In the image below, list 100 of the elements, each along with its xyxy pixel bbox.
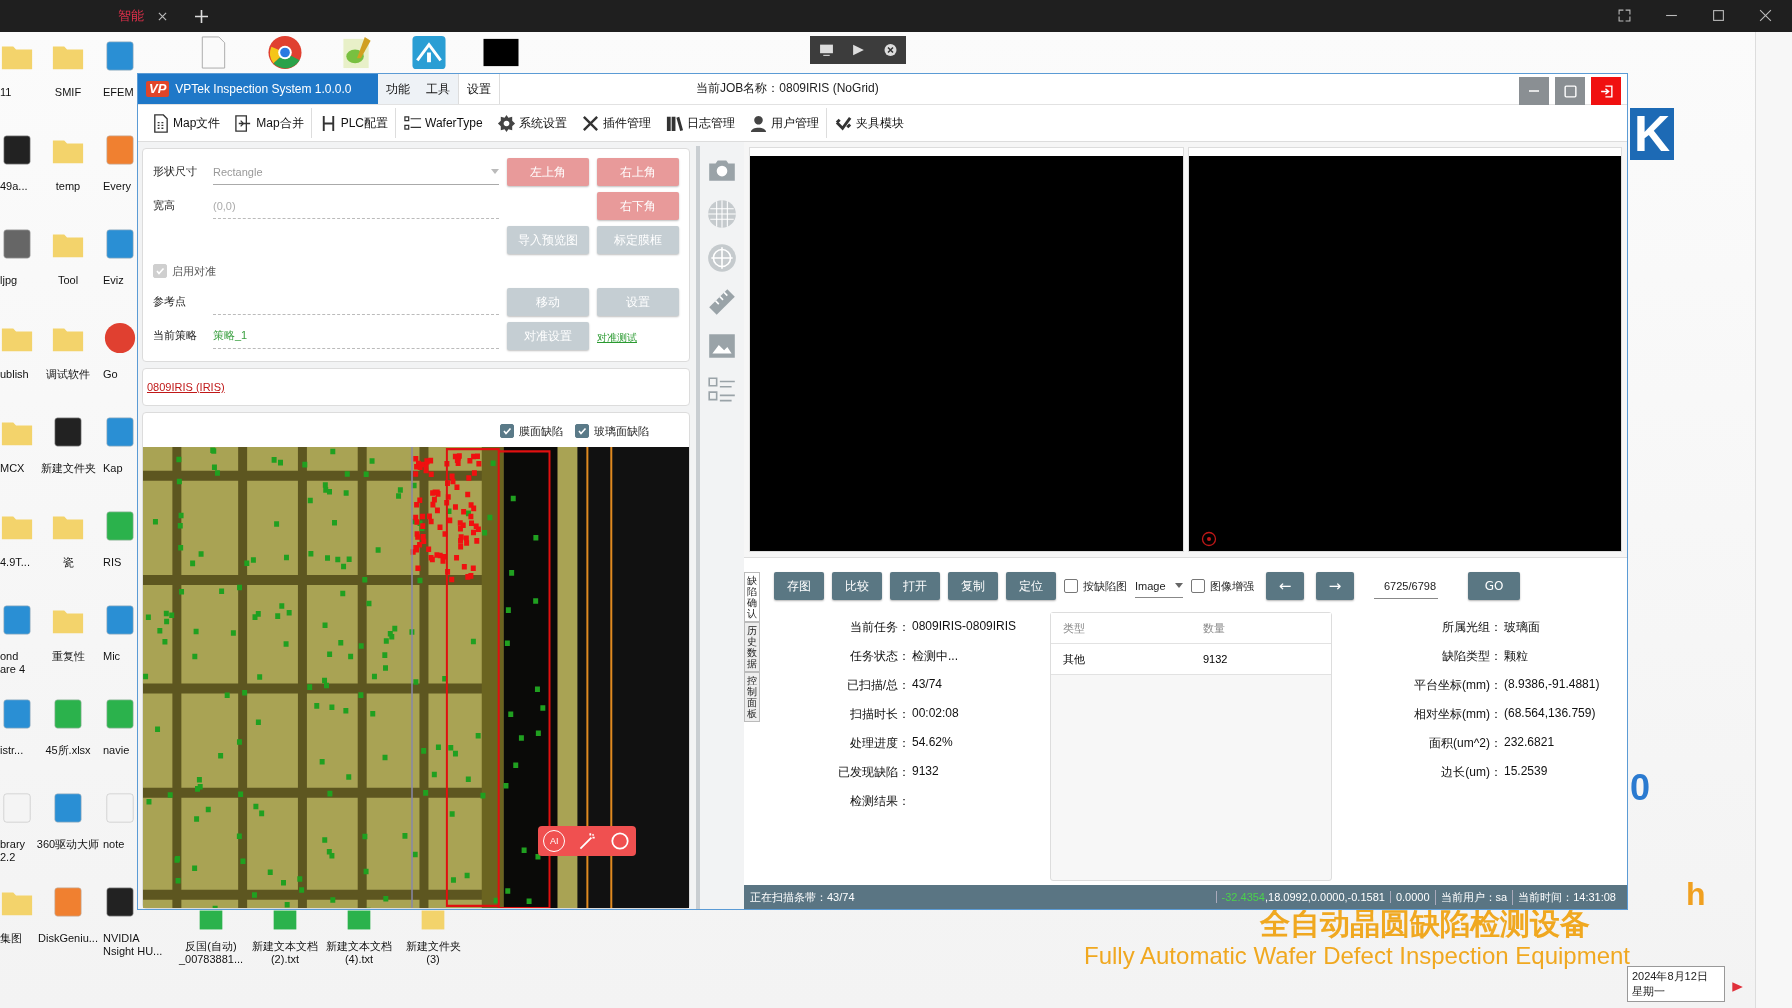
desktop-icon-label[interactable]: 新建文件夹 (3) <box>405 940 461 966</box>
desktop-icon-label[interactable]: Eviz <box>103 274 124 287</box>
info-value: 232.6821 <box>1504 735 1556 751</box>
close-icon[interactable] <box>158 11 167 21</box>
toolbar-button[interactable]: 用户管理 <box>741 108 826 138</box>
desktop-icon-label[interactable]: EFEM <box>103 86 134 99</box>
maximize-button[interactable] <box>1555 77 1585 105</box>
menu-item[interactable]: 功能 <box>378 74 418 104</box>
action-button[interactable]: 定位 <box>1006 572 1056 600</box>
filter-checkbox[interactable] <box>500 424 514 438</box>
desktop-icon-label[interactable]: 集图 <box>0 932 22 945</box>
crosshair-icon[interactable] <box>706 242 738 274</box>
menu-item[interactable]: 设置 <box>458 74 500 104</box>
screen-icon[interactable] <box>818 43 834 57</box>
toolbar-button[interactable]: PLC配置 <box>310 108 396 138</box>
ruler-icon[interactable] <box>706 286 738 318</box>
action-button[interactable]: 复制 <box>948 572 998 600</box>
desktop-icon-label[interactable]: note <box>103 838 125 851</box>
go-button[interactable]: GO <box>1468 572 1520 600</box>
size-field[interactable]: (0,0) <box>213 193 499 219</box>
gear-icon <box>496 113 516 133</box>
desktop-icon-label[interactable]: ond are 4 <box>0 650 26 676</box>
grid-globe-icon[interactable] <box>706 198 738 230</box>
desktop-icon-label[interactable]: Tool <box>57 274 79 287</box>
desktop-icon-label[interactable]: brary 2.2 <box>0 838 26 864</box>
image-dropdown[interactable]: Image <box>1135 574 1183 598</box>
banner-subtitle: Fully Automatic Wafer Defect Inspection Equipment <box>1084 942 1631 970</box>
desktop-icon-label[interactable]: 49a... <box>0 180 28 193</box>
desktop-icon-label[interactable]: 调试软件 <box>46 368 90 381</box>
desktop-icon-label[interactable]: 新建文件夹 <box>40 462 96 475</box>
toolbar-button[interactable]: 系统设置 <box>489 108 574 138</box>
defect-map-checkbox[interactable] <box>1064 579 1078 593</box>
exit-button[interactable] <box>1591 77 1621 105</box>
action-button[interactable]: 存图 <box>774 572 824 600</box>
desktop-icon-label[interactable]: 新建文本文档 (4).txt <box>326 940 392 966</box>
desktop-icon-label[interactable]: 360驱动大师 <box>36 838 100 851</box>
desktop-icon-label[interactable]: DiskGeniu... <box>38 932 98 945</box>
fullscreen-icon[interactable] <box>1618 9 1631 22</box>
menu-item[interactable]: 工具 <box>418 74 458 104</box>
info-label: 已发现缺陷： <box>837 764 910 781</box>
desktop-icon-label[interactable]: navie <box>103 744 130 757</box>
chrome-icon[interactable] <box>267 35 303 70</box>
action-button[interactable]: 比较 <box>832 572 882 600</box>
desktop-icon-label[interactable]: 反国(自动) _00783881... <box>178 940 244 966</box>
info-value: 0809IRIS-0809IRIS <box>912 619 1018 635</box>
maximize-icon[interactable] <box>1712 9 1725 22</box>
table-row[interactable]: 其他 9132 <box>1051 644 1331 675</box>
desktop-icon-label[interactable]: 新建文本文档 (2).txt <box>252 940 318 966</box>
side-tab[interactable]: 控制面板 <box>744 672 760 722</box>
desktop-icon-label[interactable]: 45所.xlsx <box>45 744 91 757</box>
desktop-icon-label[interactable]: NVIDIA Nsight HU... <box>103 932 163 958</box>
desktop-icon-label[interactable]: ljpg <box>0 274 18 287</box>
desktop-icon-label[interactable]: 瓷 <box>62 556 74 569</box>
desktop-icon-label[interactable]: 11 <box>0 86 12 99</box>
toolbar-button[interactable]: 夹具模块 <box>825 108 911 138</box>
browser-tab[interactable]: 智能 <box>118 7 144 25</box>
plus-icon[interactable] <box>195 9 208 23</box>
caret-icon <box>491 169 499 174</box>
desktop-icon-label[interactable]: SMIF <box>54 86 82 99</box>
align-checkbox[interactable] <box>153 264 167 278</box>
desktop-icon-label[interactable]: temp <box>55 180 81 193</box>
search-icon[interactable] <box>608 830 631 852</box>
side-tab[interactable]: 历史数据 <box>744 622 760 672</box>
tooltip-date: 2024年8月12日 <box>1632 969 1709 984</box>
action-button[interactable]: 打开 <box>890 572 940 600</box>
maximize-icon <box>1562 83 1578 99</box>
desktop-icon-label[interactable]: Every <box>103 180 132 193</box>
strategy-field[interactable]: 策略_1 <box>213 323 499 349</box>
checkbox-label: 启用对准 <box>172 263 216 279</box>
desktop-icon-label[interactable]: 4.9T... <box>0 556 30 569</box>
info-value: 颗粒 <box>1504 648 1529 665</box>
desktop-icon-label[interactable]: RIS <box>103 556 122 569</box>
toolbar-button[interactable]: 插件管理 <box>573 108 658 138</box>
column-header: 类型 <box>1062 620 1086 636</box>
filter-checkbox[interactable] <box>575 424 589 438</box>
previous-button[interactable]: ← <box>1266 572 1304 600</box>
checkbox-label: 图像增强 <box>1210 578 1254 594</box>
desktop-icon-label[interactable]: Go <box>103 368 118 381</box>
close-icon[interactable] <box>882 43 898 57</box>
next-button[interactable]: → <box>1316 572 1354 600</box>
tools-icon <box>580 113 600 133</box>
minimize-button[interactable] <box>1519 77 1549 105</box>
side-tab[interactable]: 缺陷确认 <box>744 572 760 622</box>
toolbar-button[interactable]: Map文件 <box>144 108 228 138</box>
desktop-icon-label[interactable]: ublish <box>0 368 29 381</box>
info-label: 边长(um)： <box>1440 764 1502 781</box>
toolbar-button[interactable]: Map合并 <box>227 108 311 138</box>
toolbar-button[interactable]: 日志管理 <box>657 108 742 138</box>
status-text: 当前用户：sa <box>1434 889 1513 905</box>
status-coordinates: -32.4354,18.0992,0.0000,-0.1581 <box>1215 891 1390 903</box>
align-test-link[interactable]: 对准测试 <box>597 332 637 343</box>
desktop-icon-label[interactable]: 重复性 <box>51 650 85 663</box>
desktop-icon-label[interactable]: MCX <box>0 462 25 475</box>
enhance-checkbox[interactable] <box>1191 579 1205 593</box>
toolbar-button[interactable]: WaferType <box>395 108 490 138</box>
desktop-icon-label[interactable]: Mic <box>103 650 121 663</box>
close-icon[interactable] <box>1759 9 1772 22</box>
desktop-icon-label[interactable]: istr... <box>0 744 24 757</box>
job-link[interactable]: 0809IRIS (IRIS) <box>147 381 225 393</box>
desktop-icon-label[interactable]: Kap <box>103 462 123 475</box>
